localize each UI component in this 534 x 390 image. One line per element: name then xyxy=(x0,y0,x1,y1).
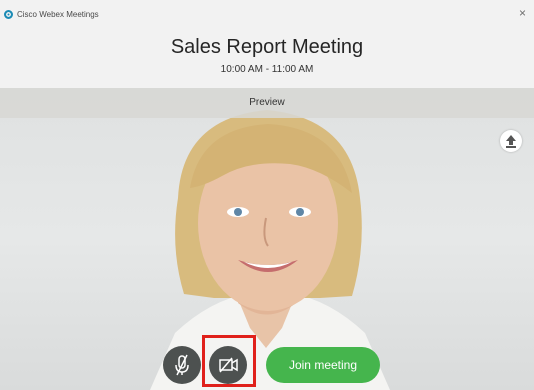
layout-toggle-button[interactable] xyxy=(500,130,522,152)
meeting-title: Sales Report Meeting xyxy=(170,36,364,58)
stop-video-button[interactable] xyxy=(209,346,247,384)
webex-logo-icon xyxy=(4,10,13,19)
layout-icon xyxy=(506,135,516,148)
webex-preview-window: Cisco Webex Meetings × Sales Report Meet… xyxy=(0,0,534,390)
meeting-controls: Join meeting xyxy=(0,340,534,384)
preview-label: Preview xyxy=(249,97,285,108)
meeting-time: 10:00 AM - 11:00 AM xyxy=(220,64,314,75)
meeting-header: Sales Report Meeting 10:00 AM - 11:00 AM xyxy=(0,26,534,88)
mute-button[interactable] xyxy=(163,346,201,384)
video-off-icon xyxy=(219,357,238,373)
preview-bar: Preview xyxy=(0,88,534,118)
join-meeting-button[interactable]: Join meeting xyxy=(266,347,380,383)
microphone-off-icon xyxy=(175,354,189,376)
title-bar: Cisco Webex Meetings × xyxy=(0,0,534,26)
close-button[interactable]: × xyxy=(519,7,526,19)
app-name: Cisco Webex Meetings xyxy=(17,10,99,19)
